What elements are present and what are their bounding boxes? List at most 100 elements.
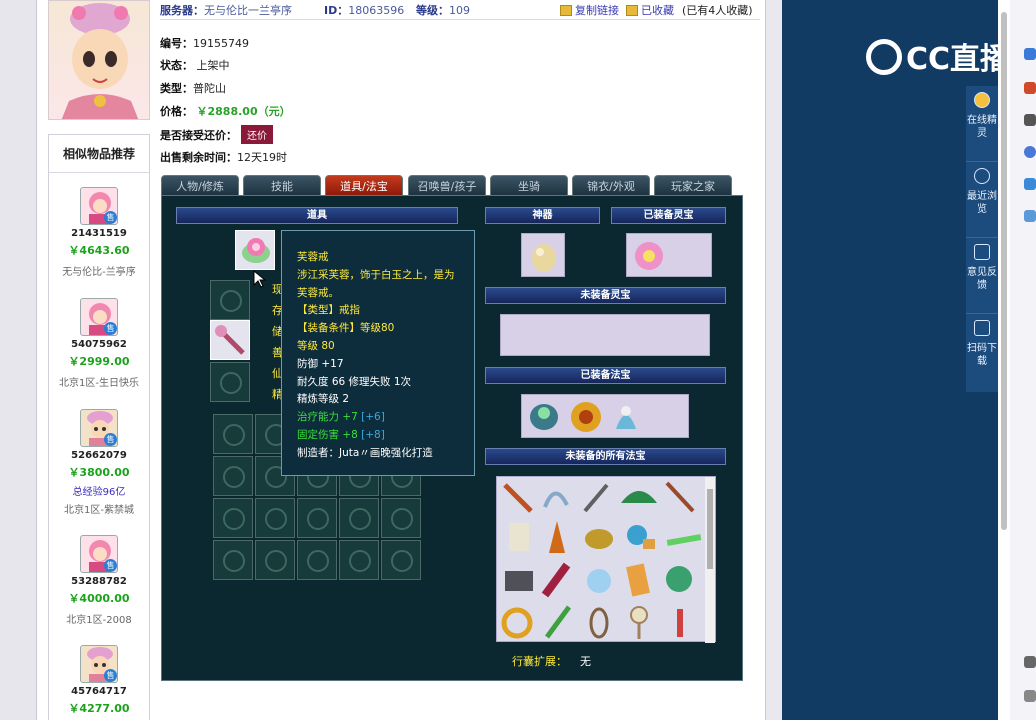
- sell-badge: 售: [104, 322, 117, 335]
- unequipped-spirit-bar: 未装备灵宝: [485, 287, 726, 304]
- rec-item[interactable]: 售 45764717 ￥4277.00: [49, 645, 149, 716]
- app-icon[interactable]: [1024, 82, 1036, 94]
- server-info: 服务器：无与伦比一兰亭序: [160, 4, 292, 17]
- rec-thumbnail[interactable]: 售: [80, 298, 118, 336]
- recent-browse-button[interactable]: 最近浏览: [966, 162, 998, 238]
- status-value: 上架中: [196, 59, 230, 72]
- rec-thumbnail[interactable]: 售: [80, 645, 118, 683]
- page-margin-left: [0, 0, 36, 720]
- feedback-button[interactable]: 意见反馈: [966, 238, 998, 314]
- tab-items[interactable]: 道具/法宝: [325, 175, 403, 196]
- sell-badge: 售: [104, 669, 117, 682]
- rec-thumbnail[interactable]: 售: [80, 409, 118, 447]
- cc-logo-icon: [866, 39, 902, 75]
- counter-offer-button[interactable]: 还价: [241, 125, 273, 144]
- rec-item[interactable]: 售 21431519 ￥4643.60 无与伦比-兰亭序: [49, 187, 149, 278]
- helper-avatar-icon: [974, 92, 990, 108]
- rec-experience: 总经验96亿: [72, 487, 126, 498]
- unequipped-spirit-slots[interactable]: [500, 314, 710, 356]
- page-scrollbar[interactable]: [998, 0, 1010, 720]
- tooltip-level: 等级 80: [297, 339, 335, 352]
- equipped-spirit-bar: 已装备灵宝: [611, 207, 726, 224]
- inventory-slot[interactable]: [255, 540, 295, 580]
- rec-id: 52662079: [71, 450, 127, 461]
- item-tooltip: 芙蓉戒 涉江采芙蓉，饰于白玉之上，是为芙蓉戒。 【类型】戒指 【装备条件】等级8…: [281, 230, 475, 476]
- empty-slot[interactable]: [210, 280, 250, 320]
- treasures-scrollbar[interactable]: [705, 477, 715, 643]
- rec-server: 北京1区-紫禁城: [64, 505, 134, 516]
- tab-mounts[interactable]: 坐骑: [490, 175, 568, 196]
- tooltip-refine: 精炼等级 2: [297, 393, 350, 406]
- tooltip-item-name: 芙蓉戒: [297, 251, 329, 263]
- inventory-slot[interactable]: [213, 498, 253, 538]
- inventory-slot[interactable]: [297, 540, 337, 580]
- tooltip-defense: 防御 +17: [297, 357, 344, 370]
- browser-side-strip: [1010, 0, 1036, 720]
- tooltip-requirement: 【装备条件】等级80: [297, 322, 395, 335]
- rec-thumbnail[interactable]: 售: [80, 535, 118, 573]
- rec-thumbnail[interactable]: 售: [80, 187, 118, 225]
- rec-item[interactable]: 售 53288782 ￥4000.00 北京1区-2008: [49, 535, 149, 626]
- app-icon[interactable]: [1024, 48, 1036, 60]
- inventory-slot[interactable]: [339, 540, 379, 580]
- equipped-treasure-slots[interactable]: [521, 394, 689, 438]
- link-icon: [560, 5, 572, 16]
- equipped-spirit-slots[interactable]: [626, 233, 712, 277]
- type-value: 普陀山: [193, 82, 226, 95]
- price-value: ￥2888.00（元）: [196, 105, 291, 118]
- rec-item[interactable]: 售 52662079 ￥3800.00 总经验96亿 北京1区-紫禁城: [49, 409, 149, 516]
- inventory-slot[interactable]: [213, 414, 253, 454]
- inventory-slot[interactable]: [381, 498, 421, 538]
- tooltip-fixed-damage: 固定伤害 +8 [+8]: [297, 428, 385, 441]
- favorite-count: (已有4人收藏): [682, 4, 753, 17]
- inventory-slot[interactable]: [381, 540, 421, 580]
- tab-outfits[interactable]: 锦衣/外观: [572, 175, 650, 196]
- empty-slot[interactable]: [210, 362, 250, 402]
- scan-download-button[interactable]: 扫码下载: [966, 314, 998, 390]
- rec-server: 北京1区-2008: [66, 615, 132, 626]
- inventory-slot[interactable]: [213, 540, 253, 580]
- rec-id: 21431519: [71, 228, 127, 239]
- rec-price: ￥3800.00: [68, 466, 130, 479]
- online-helper-button[interactable]: 在线精灵: [966, 86, 998, 162]
- app-icon[interactable]: [1024, 178, 1036, 190]
- user-icon[interactable]: [1024, 114, 1036, 126]
- inventory-slot[interactable]: [297, 498, 337, 538]
- rec-server: 无与伦比-兰亭序: [62, 267, 136, 278]
- rec-price: ￥4000.00: [68, 592, 130, 605]
- inventory-slot[interactable]: [339, 498, 379, 538]
- app-icon[interactable]: [1024, 210, 1036, 222]
- serial-row: 编号：19155749: [160, 37, 249, 50]
- status-row: 状态： 上架中: [160, 59, 230, 72]
- app-icon[interactable]: [1024, 146, 1036, 158]
- equipped-ring-slot[interactable]: [235, 230, 275, 270]
- scrollbar-thumb[interactable]: [1001, 12, 1007, 530]
- tab-skills[interactable]: 技能: [243, 175, 321, 196]
- character-avatar: [48, 0, 150, 120]
- side-toolbar: 在线精灵 最近浏览 意见反馈 扫码下载: [966, 86, 998, 392]
- close-icon[interactable]: [1024, 656, 1036, 668]
- rec-server: 北京1区-生日快乐: [59, 378, 139, 389]
- sell-badge: 售: [104, 433, 117, 446]
- edit-icon: [974, 244, 990, 260]
- artifact-slot[interactable]: [521, 233, 565, 277]
- sell-badge: 售: [104, 211, 117, 224]
- rec-price: ￥4643.60: [68, 244, 130, 257]
- all-treasures-grid[interactable]: [496, 476, 716, 643]
- tooltip-heal: 治疗能力 +7 [+6]: [297, 411, 385, 424]
- listing-header: 服务器：无与伦比一兰亭序 ID：18063596 等级：109 复制链接 已收藏…: [160, 0, 760, 20]
- equipped-weapon-slot[interactable]: [210, 320, 250, 360]
- copy-link-button[interactable]: 复制链接: [560, 2, 619, 18]
- clock-icon: [974, 168, 990, 184]
- tab-home[interactable]: 玩家之家: [654, 175, 732, 196]
- inventory-slot[interactable]: [213, 456, 253, 496]
- tooltip-type: 【类型】戒指: [297, 304, 360, 317]
- tab-pets[interactable]: 召唤兽/孩子: [408, 175, 486, 196]
- settings-icon[interactable]: [1024, 690, 1036, 702]
- level-info: 等级：109: [416, 4, 470, 17]
- rec-item[interactable]: 售 54075962 ￥2999.00 北京1区-生日快乐: [49, 298, 149, 389]
- favorited-button[interactable]: 已收藏: [626, 2, 674, 18]
- inventory-slot[interactable]: [255, 498, 295, 538]
- all-unequipped-bar: 未装备的所有法宝: [485, 448, 726, 465]
- tab-character[interactable]: 人物/修炼: [161, 175, 239, 196]
